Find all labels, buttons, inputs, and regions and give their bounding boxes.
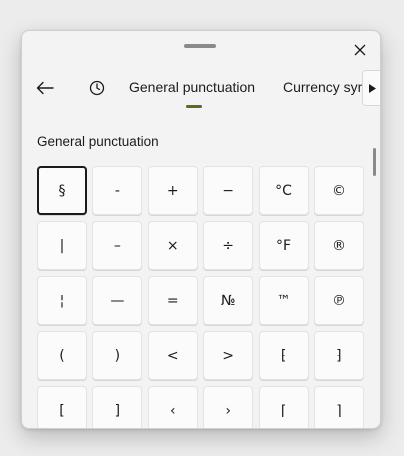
symbol-button[interactable]: > (203, 331, 254, 380)
scrollbar-thumb[interactable] (373, 148, 376, 176)
symbol-button[interactable]: – (92, 221, 143, 270)
symbol-button[interactable]: — (92, 276, 143, 325)
symbol-button[interactable]: ( (37, 331, 87, 380)
drag-handle[interactable] (184, 44, 216, 48)
symbol-button[interactable]: ® (313, 221, 364, 270)
symbol-button[interactable]: ⌈ (258, 386, 309, 428)
symbol-button[interactable]: - (92, 166, 143, 215)
chevron-right-icon (368, 83, 376, 93)
symbol-button[interactable]: ] (92, 386, 143, 428)
tab-general-punctuation[interactable]: General punctuation (129, 79, 255, 95)
back-arrow-icon (36, 81, 54, 95)
symbol-button[interactable]: ⁆ (313, 331, 364, 380)
symbol-button[interactable]: ‹ (147, 386, 198, 428)
symbol-button[interactable]: ) (92, 331, 143, 380)
symbol-button[interactable]: − (203, 166, 254, 215)
symbol-button[interactable]: [ (37, 386, 87, 428)
symbol-button[interactable]: × (147, 221, 198, 270)
category-nav: General punctuation Currency symbols (22, 69, 380, 113)
symbol-button[interactable]: ¦ (37, 276, 87, 325)
symbol-button[interactable]: = (147, 276, 198, 325)
scroll-right-button[interactable] (362, 70, 380, 106)
recent-button[interactable] (84, 75, 110, 101)
symbol-button[interactable]: ⁅ (258, 331, 309, 380)
clock-icon (89, 80, 105, 96)
symbol-button[interactable]: ™ (258, 276, 309, 325)
symbol-button[interactable]: › (203, 386, 254, 428)
symbol-button[interactable]: № (203, 276, 254, 325)
symbol-button[interactable]: ℗ (313, 276, 364, 325)
symbol-button[interactable]: © (313, 166, 364, 215)
active-tab-indicator (186, 105, 202, 108)
symbol-button[interactable]: < (147, 331, 198, 380)
close-button[interactable] (348, 38, 372, 62)
symbol-button[interactable]: °F (258, 221, 309, 270)
symbol-button[interactable]: + (147, 166, 198, 215)
symbol-button[interactable]: °C (258, 166, 309, 215)
symbol-button[interactable]: § (37, 166, 87, 215)
symbol-button[interactable]: | (37, 221, 87, 270)
symbol-button[interactable]: ⌉ (313, 386, 364, 428)
symbol-grid: § - + − °C © | – × ÷ °F ® ¦ — = № ™ ℗ () < > ⁅ ⁆ [] ‹ › ⌈ ⌉ (37, 166, 367, 428)
symbols-panel: General punctuation Currency symbols Gen… (21, 30, 381, 429)
back-button[interactable] (32, 75, 58, 101)
close-icon (354, 44, 366, 56)
section-title: General punctuation (37, 134, 159, 149)
symbol-button[interactable]: ÷ (203, 221, 254, 270)
